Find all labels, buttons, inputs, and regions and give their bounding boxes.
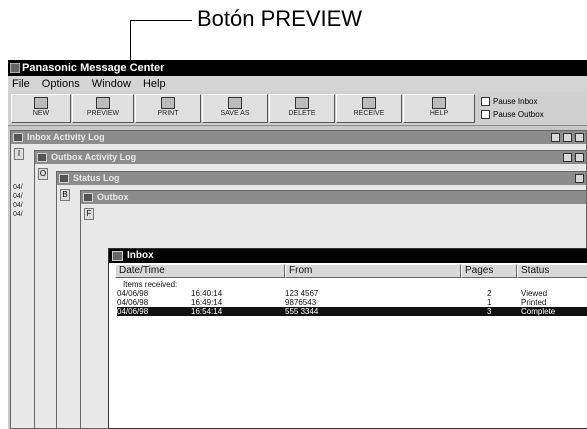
row-from: 555 3344 — [285, 307, 319, 316]
pause-inbox-checkbox[interactable]: Pause Inbox — [481, 97, 537, 107]
row-date: 04/06/98 — [117, 307, 149, 316]
window-title: Inbox Activity Log — [27, 132, 105, 142]
checkbox-box-icon — [481, 97, 490, 107]
toolbar: NEW PREVIEW PRINT SAVE AS DELETE RECEIVE… — [8, 92, 587, 126]
column-header-from[interactable]: From — [285, 264, 461, 278]
close-button[interactable] — [575, 133, 584, 142]
column-header-date-time[interactable]: Date/Time — [115, 264, 285, 278]
window-title-bar: Status Log — [57, 172, 586, 185]
print-button[interactable]: PRINT — [135, 94, 201, 123]
maximize-button[interactable] — [563, 133, 572, 142]
pause-outbox-checkbox[interactable]: Pause Outbox — [481, 110, 544, 120]
side-date: 04/ — [13, 202, 23, 209]
window-title: Outbox Activity Log — [51, 152, 137, 162]
row-pages: 2 — [487, 289, 492, 298]
column-header-status[interactable]: Status — [517, 264, 587, 278]
app-icon — [10, 63, 20, 73]
menu-window[interactable]: Window — [88, 76, 136, 92]
window-title: Status Log — [73, 173, 120, 183]
printer-icon — [161, 97, 175, 109]
window-icon — [83, 193, 93, 202]
help-icon — [432, 97, 446, 109]
menu-file[interactable]: File — [8, 76, 35, 92]
row-date: 04/06/98 — [117, 289, 149, 298]
save-icon — [228, 97, 242, 109]
menu-help[interactable]: Help — [139, 76, 171, 92]
new-button[interactable]: NEW — [11, 94, 71, 123]
menu-options[interactable]: Options — [38, 76, 85, 92]
row-pages: 1 — [487, 298, 492, 307]
tab-stub[interactable]: B — [60, 189, 70, 201]
tab-stub[interactable]: I — [14, 148, 24, 160]
row-status: Complete — [521, 307, 556, 316]
minimize-button[interactable] — [551, 133, 560, 142]
window-title-bar: Inbox Activity Log — [11, 131, 586, 144]
group-label: Items received: — [123, 280, 178, 289]
delete-button[interactable]: DELETE — [269, 94, 335, 123]
app-title: Panasonic Message Center — [22, 62, 165, 74]
window-title-bar: Inbox — [109, 249, 587, 263]
new-doc-icon — [34, 97, 48, 109]
row-from: 123 4567 — [285, 289, 319, 298]
row-from: 9876543 — [285, 298, 317, 307]
receive-button[interactable]: RECEIVE — [336, 94, 402, 123]
side-date: 04/ — [13, 184, 23, 191]
preview-button[interactable]: PREVIEW — [72, 94, 134, 123]
callout-line-horizontal — [130, 20, 192, 21]
row-date: 04/06/98 — [117, 298, 149, 307]
delete-icon — [295, 97, 309, 109]
title-bar: Panasonic Message Center — [8, 60, 587, 76]
preview-icon — [96, 97, 110, 109]
app-window: Panasonic Message Center File Options Wi… — [8, 60, 587, 429]
inbox-window: Inbox Date/Time From Pages Status Items … — [108, 248, 587, 429]
receive-icon — [362, 97, 376, 109]
window-title-bar: Outbox Activity Log — [35, 151, 586, 164]
window-title: Outbox — [97, 192, 129, 202]
tab-stub[interactable]: F — [84, 208, 94, 220]
row-time: 16:54:14 — [191, 307, 223, 316]
menu-bar: File Options Window Help — [8, 76, 587, 92]
window-title-bar: Outbox — [81, 191, 586, 204]
help-button[interactable]: HELP — [403, 94, 475, 123]
callout-label: Botón PREVIEW — [197, 6, 363, 31]
row-status: Viewed — [521, 289, 548, 298]
side-date: 04/ — [13, 211, 23, 218]
window-icon — [59, 174, 69, 183]
save-as-button[interactable]: SAVE AS — [202, 94, 268, 123]
window-title: Inbox — [127, 250, 154, 261]
side-date: 04/ — [13, 193, 23, 200]
minimize-button[interactable] — [575, 174, 584, 183]
window-icon — [112, 251, 123, 261]
window-icon — [37, 153, 47, 162]
row-time: 16:40:14 — [191, 289, 223, 298]
column-header-pages[interactable]: Pages — [461, 264, 517, 278]
row-status: Printed — [521, 298, 547, 307]
row-time: 16:49:14 — [191, 298, 223, 307]
checkbox-box-icon — [481, 110, 490, 120]
table-row-selected[interactable]: 04/06/98 16:54:14 555 3344 3 Complete — [117, 307, 587, 316]
tab-stub[interactable]: O — [38, 168, 48, 180]
row-pages: 3 — [487, 307, 492, 316]
maximize-button[interactable] — [575, 153, 584, 162]
window-icon — [13, 133, 23, 142]
minimize-button[interactable] — [563, 153, 572, 162]
